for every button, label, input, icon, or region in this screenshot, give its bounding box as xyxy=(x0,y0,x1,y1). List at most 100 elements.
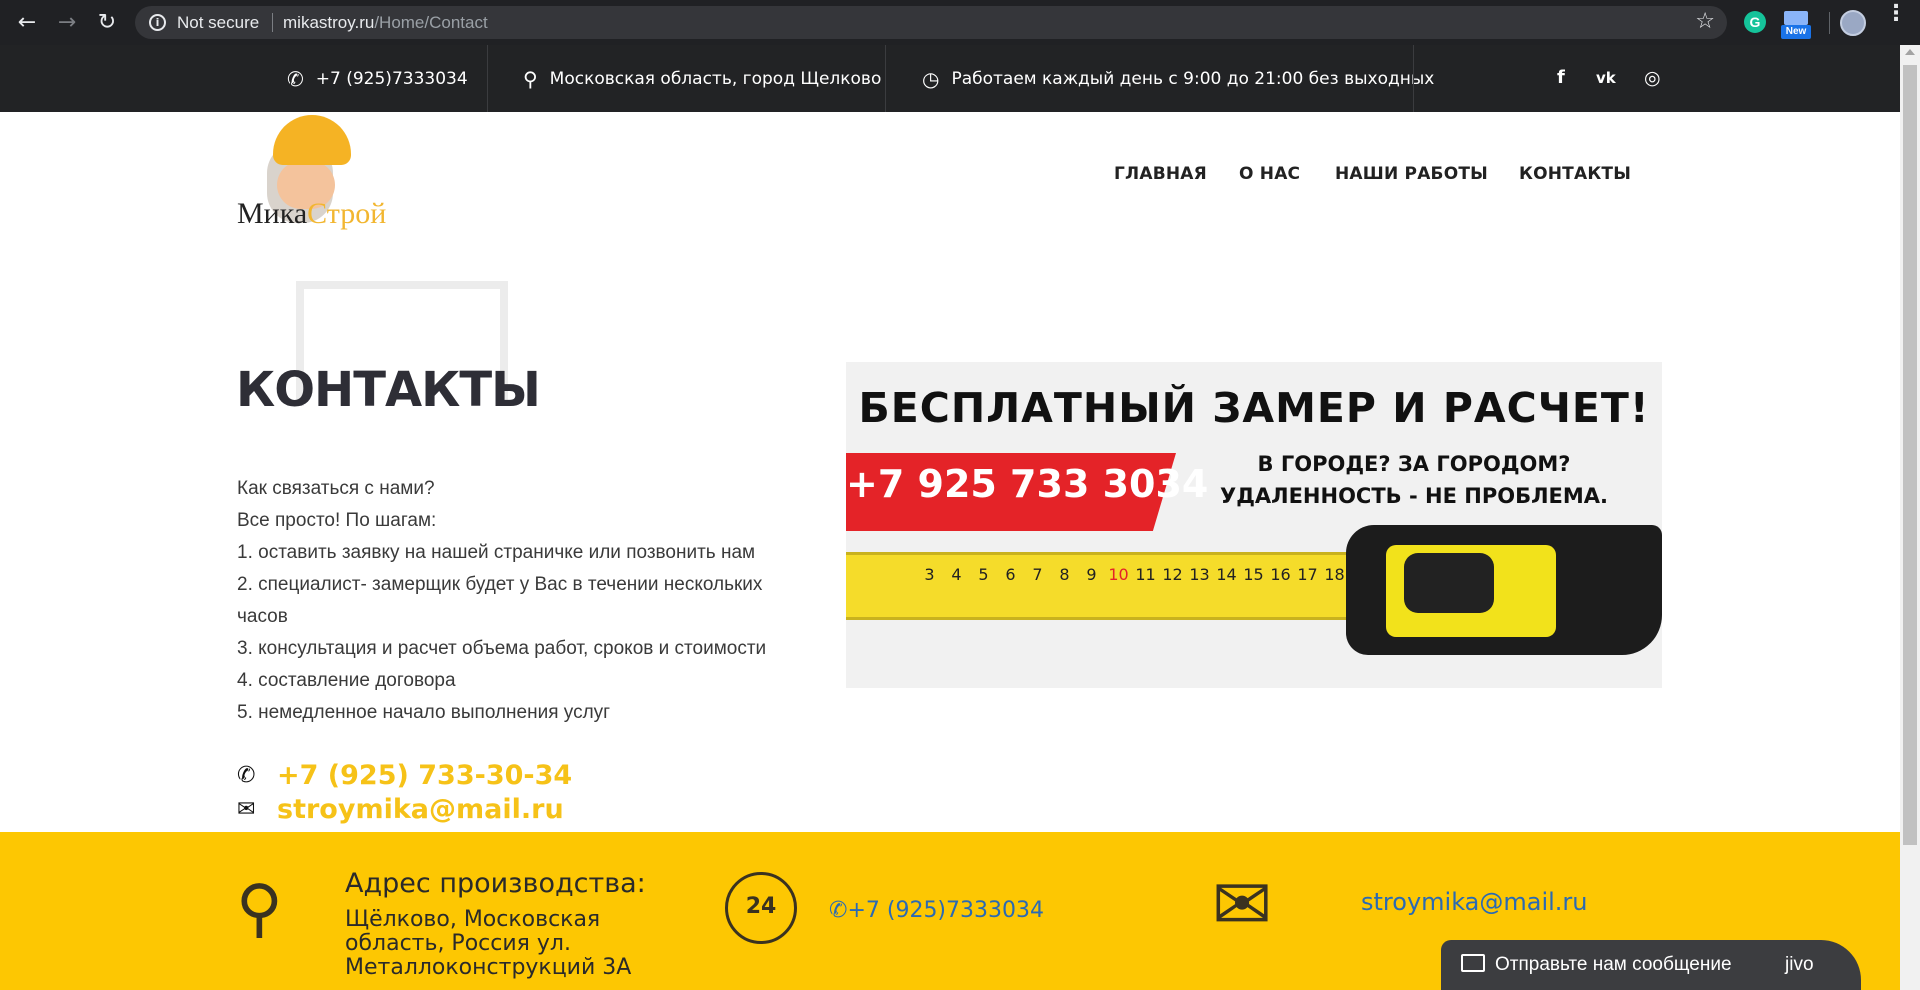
new-badge: New xyxy=(1781,25,1811,39)
tape-tick-label: 16 xyxy=(1270,565,1291,584)
footer-phone[interactable]: ✆+7 (925)7333034 xyxy=(829,898,1044,923)
phone-24-icon: 24 xyxy=(725,872,797,944)
page-scrollbar[interactable] xyxy=(1900,45,1920,990)
tape-tick-label: 18 xyxy=(1324,565,1345,584)
clock-icon: ◷ xyxy=(922,66,940,91)
tape-tick-label: 15 xyxy=(1243,565,1264,584)
browser-chrome: ← → ↻ i Not secure mikastroy.ru/Home/Con… xyxy=(0,0,1920,45)
tape-tick-label: 10 xyxy=(1108,565,1129,584)
topbar-divider xyxy=(487,45,488,112)
contact-phone[interactable]: ✆ +7 (925) 733-30-34 xyxy=(237,760,572,791)
chat-widget-label: Отправьте нам сообщение xyxy=(1495,954,1732,975)
tape-tick-label: 17 xyxy=(1297,565,1318,584)
back-arrow-icon[interactable]: ← xyxy=(14,10,40,36)
phone-icon: ✆ xyxy=(237,763,256,788)
top-info-bar: ✆ +7 (925)7333034 ⚲ Московская область, … xyxy=(0,45,1900,112)
facebook-icon[interactable]: f xyxy=(1557,67,1565,88)
nav-item-works[interactable]: НАШИ РАБОТЫ xyxy=(1335,164,1488,184)
tape-tick-label: 7 xyxy=(1032,565,1043,584)
logo-text-part1: Мика xyxy=(237,197,308,230)
omnibox-separator xyxy=(272,13,273,32)
step-line: 1. оставить заявку на нашей страничке ил… xyxy=(237,542,756,563)
logo-text-part2: Строй xyxy=(307,197,387,230)
topbar-phone[interactable]: ✆ +7 (925)7333034 xyxy=(287,45,468,112)
step-line: 2. специалист- замерщик будет у Вас в те… xyxy=(237,574,763,627)
mascot-helmet-icon xyxy=(273,115,351,165)
profile-avatar[interactable] xyxy=(1840,10,1866,36)
topbar-address-text: Московская область, город Щелково xyxy=(549,68,882,89)
grammarly-extension-icon[interactable]: G xyxy=(1744,11,1766,33)
info-icon[interactable]: i xyxy=(149,14,166,31)
vk-icon[interactable]: vk xyxy=(1596,69,1616,87)
chat-widget[interactable]: Отправьте нам сообщение jivo xyxy=(1441,940,1861,990)
contact-email-text: stroymika@mail.ru xyxy=(277,794,564,825)
tape-tick-label: 8 xyxy=(1059,565,1070,584)
map-pin-icon: ⚲ xyxy=(236,872,283,946)
topbar-hours-text: Работаем каждый день с 9:00 до 21:00 без… xyxy=(951,68,1435,89)
banner-subtitle: В ГОРОДЕ? ЗА ГОРОДОМ? УДАЛЕННОСТЬ - НЕ П… xyxy=(1220,448,1608,512)
contact-steps: Как связаться с нами? Все просто! По шаг… xyxy=(237,473,807,729)
topbar-hours: ◷ Работаем каждый день с 9:00 до 21:00 б… xyxy=(922,45,1434,112)
tape-tick-label: 5 xyxy=(978,565,989,584)
tape-ticks: 3 4 5 6 7 8 9 10 11 12 13 14 15 16 17 18 xyxy=(916,565,1348,584)
bookmark-star-icon[interactable]: ☆ xyxy=(1695,9,1715,34)
nav-item-about[interactable]: О НАС xyxy=(1239,164,1300,184)
reading-list-extension-icon[interactable]: New xyxy=(1781,11,1811,39)
scroll-up-arrow-icon[interactable] xyxy=(1905,49,1915,55)
banner-phone: +7 925 733 3034 xyxy=(846,462,1209,506)
tape-casing-window xyxy=(1404,553,1494,613)
promo-banner: БЕСПЛАТНЫЙ ЗАМЕР И РАСЧЕТ! +7 925 733 30… xyxy=(846,362,1662,688)
address-text: Щёлково, Московская область, Россия ул. … xyxy=(345,907,632,980)
contact-phone-text: +7 (925) 733-30-34 xyxy=(277,760,573,791)
banner-headline: БЕСПЛАТНЫЙ ЗАМЕР И РАСЧЕТ! xyxy=(858,384,1650,432)
address-bar[interactable]: i Not secure mikastroy.ru/Home/Contact ☆ xyxy=(135,6,1727,39)
url-domain: mikastroy.ru xyxy=(283,13,375,32)
step-line: 3. консультация и расчет объема работ, с… xyxy=(237,638,767,659)
tape-tick-label: 12 xyxy=(1162,565,1183,584)
tape-tick-label: 11 xyxy=(1135,565,1156,584)
tape-tick-label: 14 xyxy=(1216,565,1237,584)
logo-text: МикаСтрой xyxy=(237,197,386,231)
envelope-icon: ✉ xyxy=(237,797,256,822)
nav-item-home[interactable]: ГЛАВНАЯ xyxy=(1114,164,1207,184)
topbar-divider xyxy=(885,45,886,112)
security-label[interactable]: Not secure xyxy=(177,13,259,33)
banner-subtitle-line: В ГОРОДЕ? ЗА ГОРОДОМ? xyxy=(1257,452,1571,476)
nav-item-contacts[interactable]: КОНТАКТЫ xyxy=(1519,164,1631,184)
contact-email[interactable]: ✉ stroymika@mail.ru xyxy=(237,794,564,825)
phone-icon: ✆ xyxy=(829,898,848,923)
topbar-divider xyxy=(1413,45,1414,112)
footer-phone-text: +7 (925)7333034 xyxy=(847,898,1044,923)
url-text[interactable]: mikastroy.ru/Home/Contact xyxy=(283,13,488,33)
browser-menu-icon[interactable]: ⋮ xyxy=(1885,2,1907,24)
jivo-logo: jivo xyxy=(1785,954,1814,975)
tape-casing xyxy=(1346,525,1662,655)
tape-measure-icon: 3 4 5 6 7 8 9 10 11 12 13 14 15 16 17 18 xyxy=(846,552,1406,620)
envelope-icon: ✉ xyxy=(1212,862,1273,946)
phone-icon: ✆ xyxy=(287,66,304,91)
reload-icon[interactable]: ↻ xyxy=(94,10,120,36)
book-icon xyxy=(1784,11,1808,25)
page-title: КОНТАКТЫ xyxy=(236,362,541,418)
topbar-address: ⚲ Московская область, город Щелково xyxy=(523,45,881,112)
tape-tick-label: 4 xyxy=(951,565,962,584)
step-line: 5. немедленное начало выполнения услуг xyxy=(237,702,611,723)
step-line: 4. составление договора xyxy=(237,670,456,691)
toolbar-divider xyxy=(1829,12,1830,34)
tape-tick-label: 3 xyxy=(924,565,935,584)
forward-arrow-icon[interactable]: → xyxy=(54,10,80,36)
instagram-icon[interactable]: ◎ xyxy=(1644,67,1661,89)
tape-tick-label: 13 xyxy=(1189,565,1210,584)
intro-line: Все просто! По шагам: xyxy=(237,510,437,531)
footer-email[interactable]: stroymika@mail.ru xyxy=(1361,888,1588,916)
tape-tick-label: 9 xyxy=(1086,565,1097,584)
map-pin-icon: ⚲ xyxy=(523,66,538,91)
scroll-thumb[interactable] xyxy=(1903,65,1917,845)
topbar-phone-text: +7 (925)7333034 xyxy=(315,68,468,89)
site-logo[interactable]: МикаСтрой xyxy=(237,113,407,238)
banner-subtitle-line: УДАЛЕННОСТЬ - НЕ ПРОБЛЕМА. xyxy=(1220,484,1608,508)
intro-line: Как связаться с нами? xyxy=(237,478,435,499)
message-icon xyxy=(1461,954,1485,972)
address-title: Адрес производства: xyxy=(345,868,646,899)
url-path: /Home/Contact xyxy=(374,13,488,32)
